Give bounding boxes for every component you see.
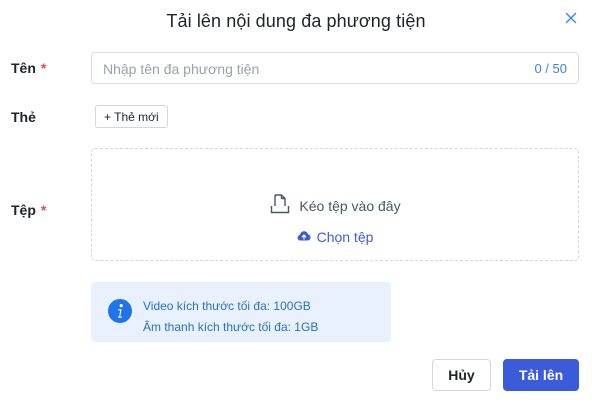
drop-hint: Kéo tệp vào đây [92, 193, 578, 218]
name-input-placeholder: Nhập tên đa phương tiện [103, 61, 260, 77]
tags-label: Thẻ [11, 109, 36, 125]
size-limit-info: Video kích thước tối đa: 100GB Âm thanh … [91, 282, 391, 342]
name-input[interactable]: Nhập tên đa phương tiện 0 / 50 [91, 52, 579, 84]
close-icon[interactable] [563, 10, 579, 26]
upload-media-dialog: Tải lên nội dung đa phương tiện Tên * Nhậ… [0, 0, 592, 405]
choose-file-text: Chọn tệp [316, 229, 374, 245]
name-char-counter: 0 / 50 [534, 61, 567, 76]
drop-text: Kéo tệp vào đây [299, 197, 401, 214]
name-label-text: Tên [11, 60, 36, 76]
info-icon [108, 299, 132, 323]
upload-button[interactable]: Tải lên [503, 359, 579, 391]
cloud-upload-icon [297, 229, 311, 245]
dialog-title: Tải lên nội dung đa phương tiện [166, 11, 426, 31]
audio-size-limit: Âm thanh kích thước tối đa: 1GB [143, 320, 319, 334]
required-mark: * [40, 60, 47, 76]
tags-label-text: Thẻ [11, 109, 36, 125]
cancel-button[interactable]: Hủy [432, 359, 491, 391]
file-icon [269, 193, 291, 218]
file-label: Tệp * [11, 202, 46, 218]
file-label-text: Tệp [11, 202, 36, 218]
new-tag-button[interactable]: + Thẻ mới [95, 105, 168, 128]
info-text: Video kích thước tối đa: 100GB Âm thanh … [143, 296, 318, 338]
required-mark: * [40, 202, 47, 218]
video-size-limit: Video kích thước tối đa: 100GB [143, 299, 311, 313]
file-dropzone[interactable]: Kéo tệp vào đây Chọn tệp [91, 148, 579, 261]
name-label: Tên * [11, 60, 46, 76]
choose-file-link[interactable]: Chọn tệp [92, 229, 578, 245]
